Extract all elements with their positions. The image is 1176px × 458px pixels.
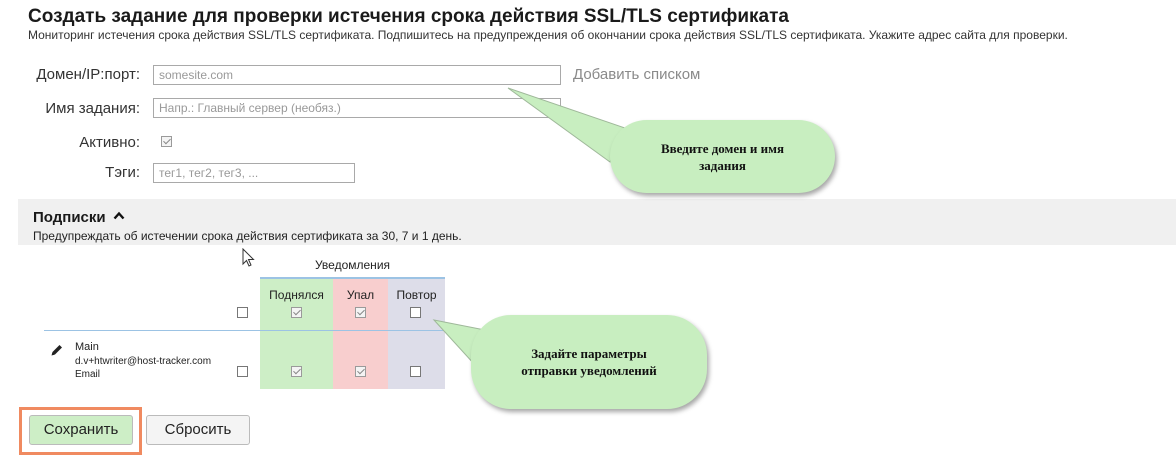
callout-notification-settings-text: Задайте параметры отправки уведомлений: [521, 346, 657, 378]
callout-notification-settings: Задайте параметры отправки уведомлений: [471, 315, 707, 409]
callout-enter-domain-text: Введите домен и имя задания: [660, 140, 785, 173]
callout-enter-domain: Введите домен и имя задания: [610, 120, 835, 193]
